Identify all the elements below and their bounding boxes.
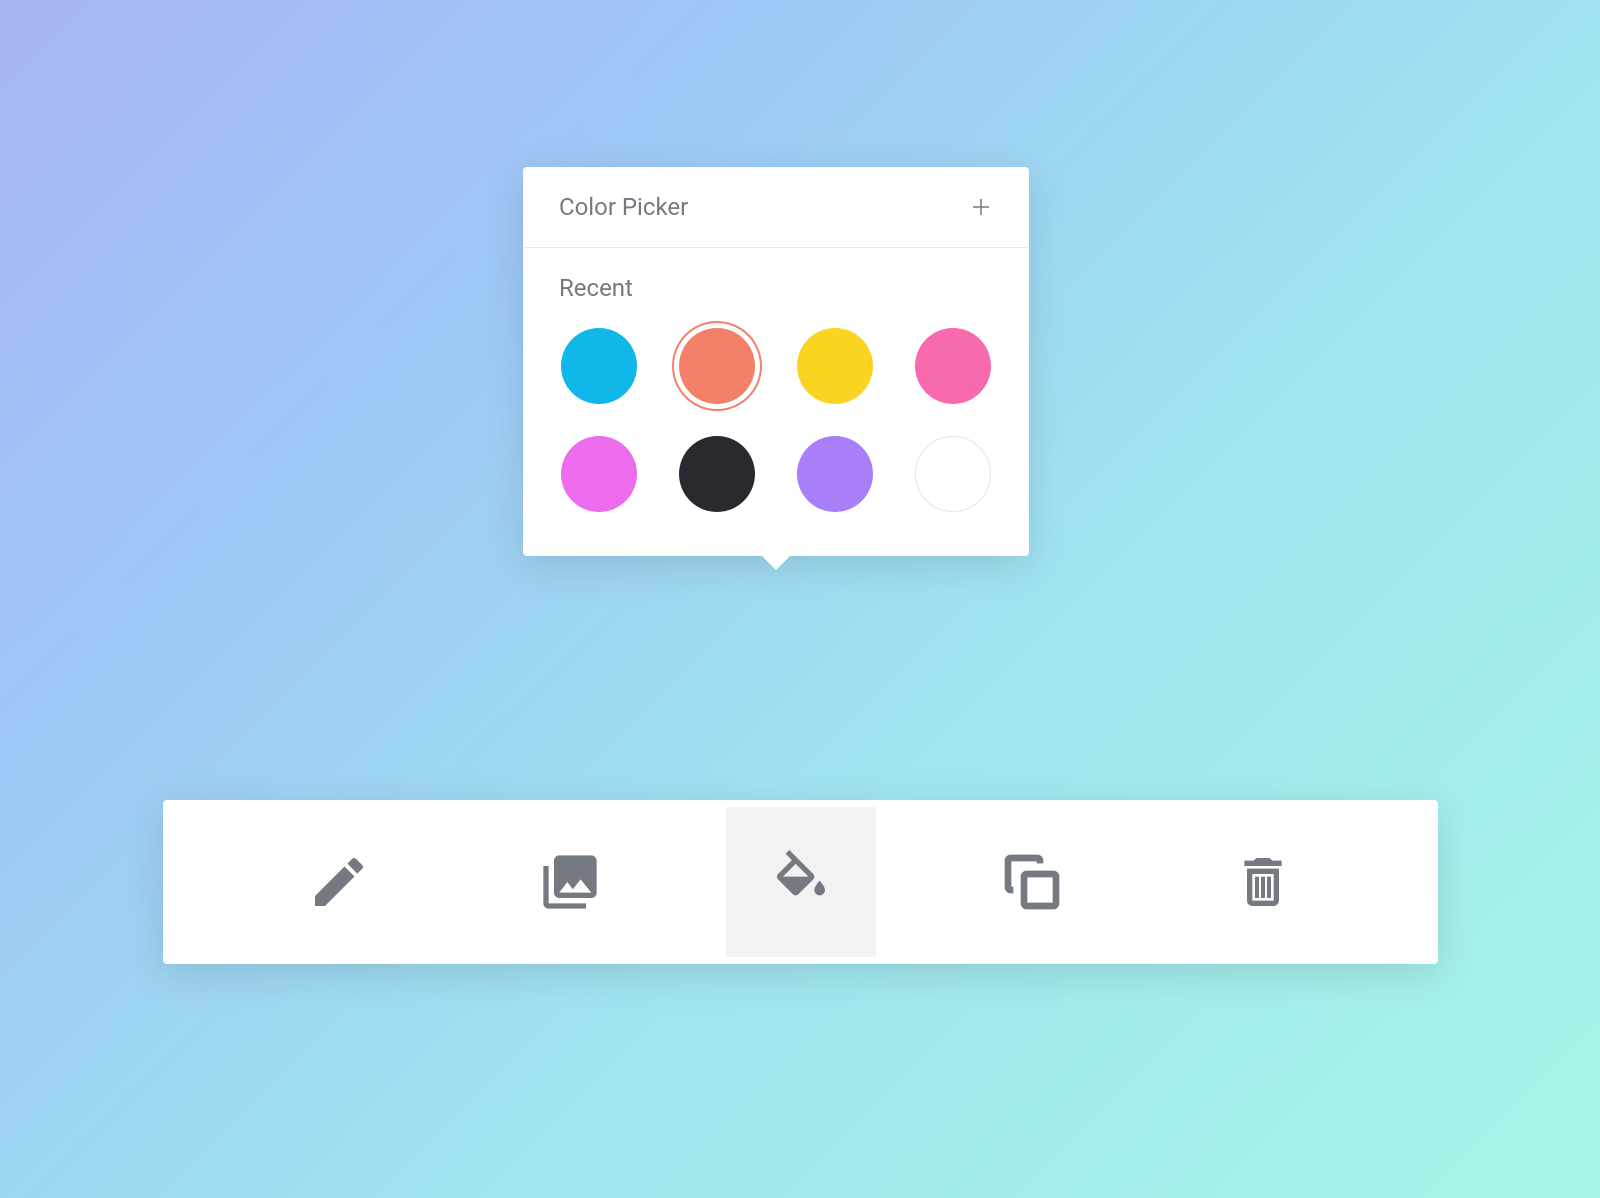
color-swatch[interactable] bbox=[915, 436, 991, 512]
popover-body: Recent bbox=[523, 248, 1029, 556]
recent-section-label: Recent bbox=[559, 274, 993, 302]
images-button[interactable] bbox=[495, 807, 645, 957]
color-swatch[interactable] bbox=[679, 328, 755, 404]
paint-bucket-icon bbox=[769, 850, 833, 914]
color-swatch[interactable] bbox=[915, 328, 991, 404]
plus-icon bbox=[969, 195, 993, 219]
copy-button[interactable] bbox=[957, 807, 1107, 957]
color-swatch[interactable] bbox=[561, 436, 637, 512]
color-picker-popover: Color Picker Recent bbox=[523, 167, 1029, 556]
add-color-button[interactable] bbox=[969, 195, 993, 219]
pencil-icon bbox=[307, 850, 371, 914]
fill-button[interactable] bbox=[726, 807, 876, 957]
color-swatch[interactable] bbox=[797, 436, 873, 512]
swatches-grid bbox=[559, 328, 993, 512]
color-swatch[interactable] bbox=[679, 436, 755, 512]
images-icon bbox=[538, 850, 602, 914]
delete-button[interactable] bbox=[1188, 807, 1338, 957]
toolbar bbox=[163, 800, 1438, 964]
color-swatch[interactable] bbox=[561, 328, 637, 404]
popover-header: Color Picker bbox=[523, 167, 1029, 248]
edit-button[interactable] bbox=[264, 807, 414, 957]
copy-icon bbox=[1000, 850, 1064, 914]
trash-icon bbox=[1231, 850, 1295, 914]
color-swatch[interactable] bbox=[797, 328, 873, 404]
popover-title: Color Picker bbox=[559, 193, 688, 221]
